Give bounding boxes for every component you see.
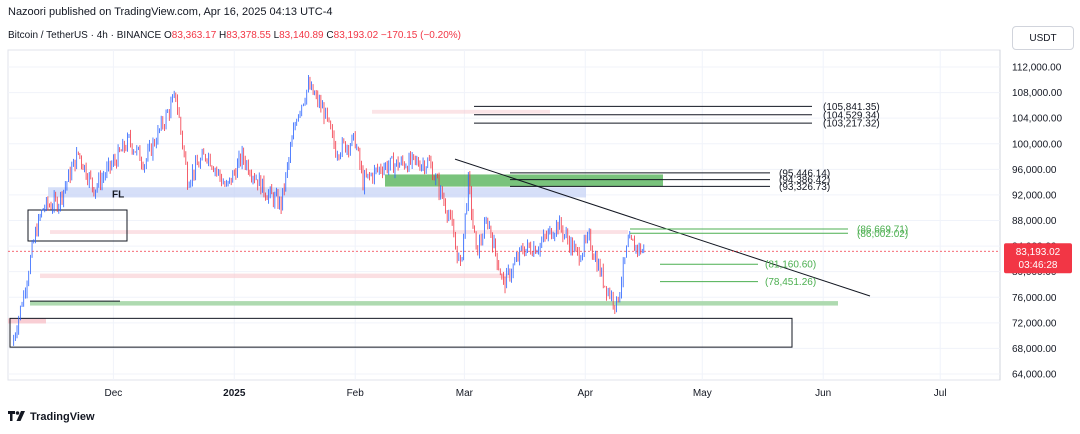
pink-zone	[50, 230, 628, 234]
y-tick-label: 88,000.00	[1012, 216, 1057, 227]
x-tick-label: Feb	[347, 388, 365, 399]
y-tick-label: 64,000.00	[1012, 370, 1057, 381]
y-tick-label: 92,000.00	[1012, 190, 1057, 201]
plot-border	[7, 49, 1001, 381]
level-label: (103,217.32)	[823, 119, 880, 130]
x-tick-label: May	[693, 388, 712, 399]
y-tick-label: 72,000.00	[1012, 318, 1057, 329]
x-tick-label: Jul	[934, 388, 947, 399]
pink-zone	[40, 273, 510, 279]
price-chart[interactable]: (105,841.35)(104,529.34)(103,217.32) (95,…	[0, 0, 1080, 434]
brand-footer[interactable]: TradingView	[8, 411, 95, 423]
level-label: (86,669.71)	[857, 225, 908, 236]
level-label: (104,529.34)	[823, 110, 880, 121]
y-tick-label: 80,000.00	[1012, 267, 1057, 278]
y-tick-label: 96,000.00	[1012, 165, 1057, 176]
high-value: 83,378.55	[226, 30, 271, 41]
close-label: C	[326, 30, 334, 41]
level-label: (81,160.60)	[765, 260, 816, 271]
blue-zone	[48, 187, 586, 198]
target-box	[9, 317, 793, 348]
x-tick-label: Apr	[578, 388, 594, 399]
level-label: (105,841.35)	[823, 102, 880, 113]
open-label: O	[163, 30, 172, 41]
pink-zone	[372, 109, 550, 114]
pink-zone	[8, 318, 46, 324]
x-tick-label: Mar	[456, 388, 474, 399]
y-tick-label: 112,000.00	[1012, 63, 1062, 74]
price-candles	[13, 75, 645, 346]
level-label: (78,451.26)	[765, 277, 816, 288]
x-tick-label: Jun	[815, 388, 831, 399]
low-value: 83,140.89	[279, 30, 324, 41]
close-value: 83,193.02	[333, 30, 379, 41]
change-value: −170.15 (−0.20%)	[380, 30, 461, 41]
level-label: (93,326.73)	[779, 182, 830, 193]
level-label: (94,386.42)	[779, 175, 830, 186]
y-tick-label: 68,000.00	[1012, 344, 1057, 355]
current-price-tag	[1004, 243, 1072, 274]
chart-zones	[8, 109, 838, 348]
current-price-label: 83,193.02	[1016, 247, 1061, 258]
chart-grid	[7, 49, 1001, 381]
y-tick-label: 100,000.00	[1012, 139, 1062, 150]
brand-name: TradingView	[30, 411, 95, 423]
y-tick-label: 84,000.00	[1012, 242, 1057, 253]
y-tick-label: 76,000.00	[1012, 293, 1057, 304]
fl-box	[27, 209, 128, 242]
time-axis: Dec 2025 Feb Mar Apr May Jun Jul	[105, 388, 947, 399]
x-tick-label: Dec	[105, 388, 123, 399]
x-tick-label: 2025	[223, 388, 246, 399]
open-value: 83,363.17	[171, 30, 217, 41]
y-tick-label: 104,000.00	[1012, 114, 1062, 125]
currency-selector[interactable]: USDT	[1012, 26, 1074, 50]
countdown-label: 03:46:28	[1019, 260, 1058, 271]
symbol-title: Bitcoin / TetherUS · 4h · BINANCE	[8, 30, 162, 41]
green-zone	[30, 301, 838, 306]
price-axis: 112,000.00 108,000.00 104,000.00 100,000.00…	[1004, 63, 1072, 381]
y-tick-label: 108,000.00	[1012, 88, 1062, 99]
symbol-info: Bitcoin / TetherUS · 4h · BINANCE O83,36…	[8, 30, 461, 41]
fl-marker: FL	[112, 190, 124, 201]
tradingview-logo-icon	[8, 411, 25, 421]
chart-drawings: (105,841.35)(104,529.34)(103,217.32) (95,…	[8, 102, 1000, 302]
trendline	[454, 158, 871, 297]
level-label: (95,446.14)	[779, 168, 830, 179]
published-header: Nazoori published on TradingView.com, Ap…	[8, 6, 333, 18]
level-label: (86,002.02)	[857, 229, 908, 240]
green-zone	[385, 174, 663, 187]
